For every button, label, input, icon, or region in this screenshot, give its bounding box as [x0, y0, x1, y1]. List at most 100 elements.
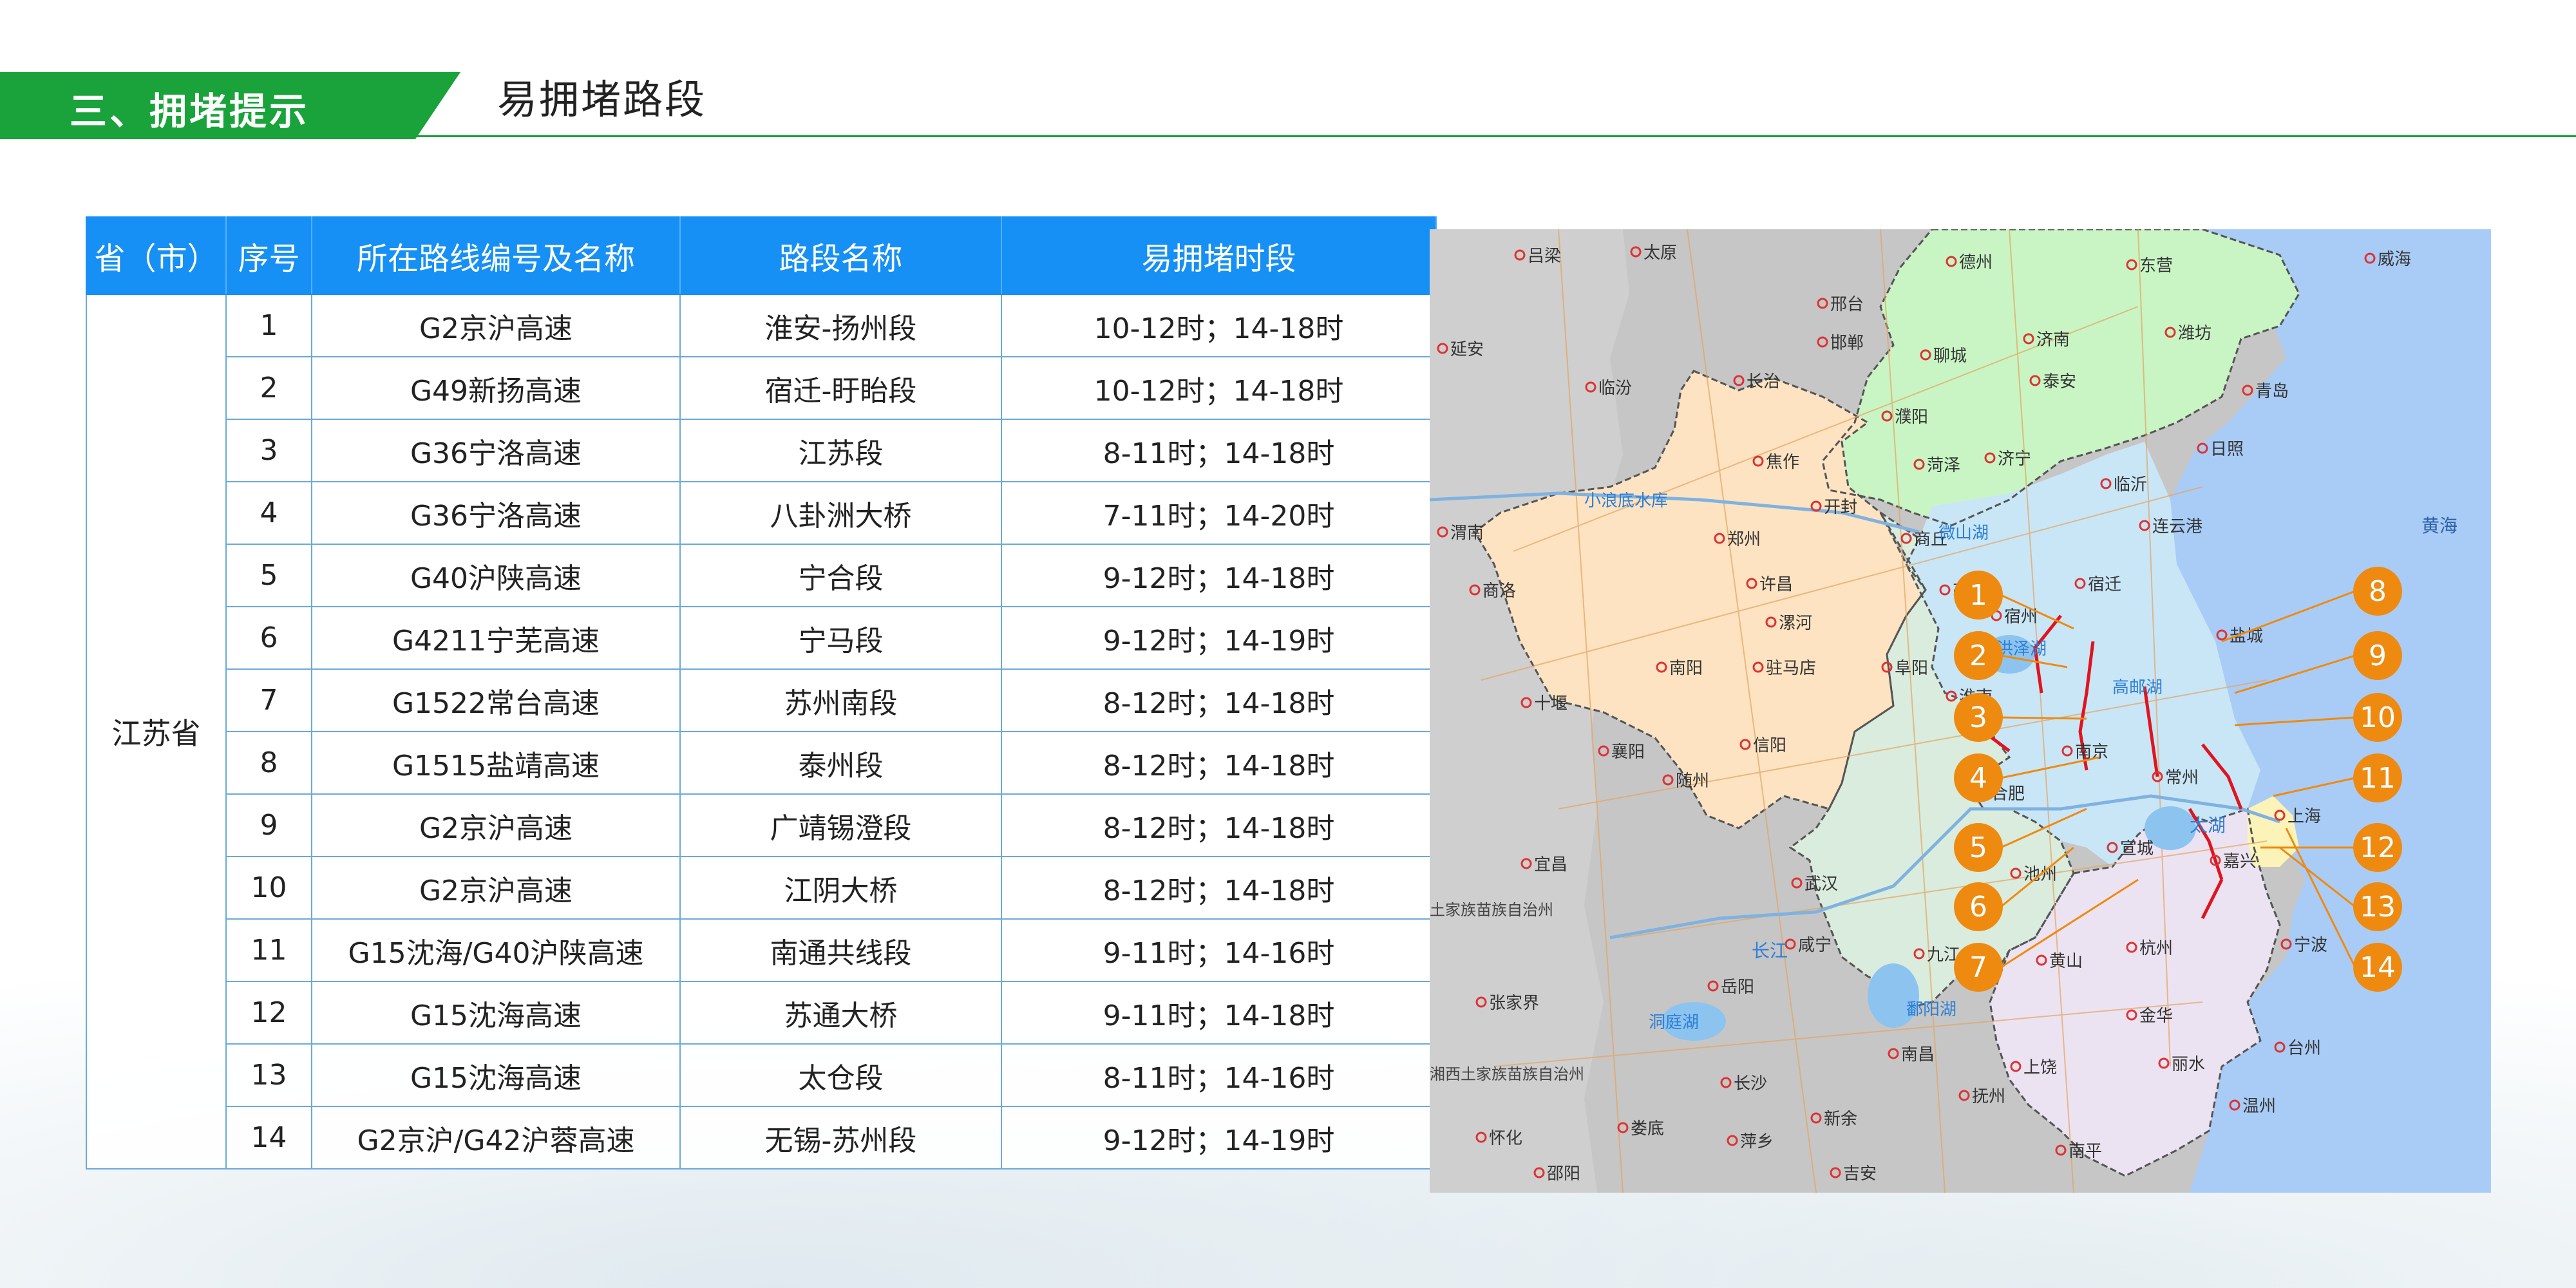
number-cell: 8 [225, 731, 312, 795]
segment-cell: 淮安-扬州段 [679, 294, 1002, 357]
water-changjiang: 长江 [1752, 940, 1788, 961]
segment-cell: 太仓段 [679, 1043, 1002, 1107]
water-dongting: 洞庭湖 [1649, 1013, 1699, 1032]
city-dongying: 东营 [2139, 256, 2173, 276]
table-row: 14 G2京沪/G42沪蓉高速 无锡-苏州段 9-12时；14-19时 [86, 1106, 1437, 1170]
city-lvliang: 吕梁 [1528, 247, 1561, 266]
time-cell: 10-12时；14-18时 [1001, 294, 1437, 357]
city-changzhi: 长治 [1747, 372, 1780, 392]
time-cell: 9-12时；14-19时 [1001, 1106, 1437, 1170]
city-xingtai: 邢台 [1830, 295, 1864, 314]
marker-leader-line [2000, 716, 2087, 720]
city-changzhou: 常州 [2165, 768, 2199, 788]
city-jian: 吉安 [1843, 1164, 1877, 1184]
number-cell: 14 [225, 1106, 312, 1170]
table-row: 3 G36宁洛高速 江苏段 8-11时；14-18时 [86, 419, 1437, 482]
region-enshi: 土家族苗族自治州 [1430, 901, 1553, 919]
city-dezhou: 德州 [1959, 253, 1993, 272]
number-cell: 2 [225, 356, 312, 420]
number-cell: 6 [225, 606, 312, 670]
city-jiaozuo: 焦作 [1766, 453, 1799, 472]
city-wuhan: 武汉 [1804, 875, 1838, 894]
city-suizhou: 随州 [1676, 772, 1709, 791]
segment-cell: 八卦洲大桥 [679, 481, 1002, 545]
number-cell: 12 [225, 981, 312, 1045]
congestion-table: 省（市） 序号 所在路线编号及名称 路段名称 易拥堵时段 江苏省 1 G2京沪高速淮… [86, 216, 1437, 1170]
number-cell: 7 [225, 668, 312, 732]
segment-cell: 南通共线段 [679, 918, 1002, 982]
city-linfen: 临汾 [1598, 379, 1632, 398]
city-changsha: 长沙 [1734, 1074, 1767, 1094]
water-poyang: 鄱阳湖 [1906, 1000, 1956, 1019]
table-row: 4 G36宁洛高速 八卦洲大桥 7-11时；14-20时 [86, 481, 1437, 545]
table-row: 12 G15沈海高速 苏通大桥 9-11时；14-18时 [86, 981, 1437, 1045]
route-cell: G36宁洛高速 [311, 481, 681, 545]
table-row: 2 G49新扬高速 宿迁-盱眙段 10-12时；14-18时 [86, 356, 1437, 420]
province-cell: 江苏省 [86, 294, 227, 1170]
city-qingdao: 青岛 [2255, 382, 2289, 401]
route-marker-label: 10 [2360, 701, 2396, 734]
city-kaifeng: 开封 [1824, 498, 1857, 517]
city-taiyuan: 太原 [1643, 243, 1677, 263]
section-title: 三、拥堵提示 [70, 90, 310, 133]
time-cell: 9-12时；14-19时 [1001, 606, 1437, 670]
water-gaoyou: 高邮湖 [2112, 678, 2163, 697]
city-wenzhou: 温州 [2242, 1097, 2276, 1116]
time-cell: 8-11时；14-16时 [1001, 1043, 1437, 1107]
time-cell: 8-12时；14-18时 [1001, 731, 1437, 795]
column-header-province: 省（市） [86, 216, 227, 295]
route-cell: G2京沪高速 [311, 294, 681, 357]
city-weifang: 潍坊 [2178, 324, 2211, 343]
number-cell: 1 [225, 294, 312, 357]
city-ningbo: 宁波 [2294, 936, 2327, 955]
route-cell: G40沪陕高速 [311, 544, 681, 607]
segment-cell: 无锡-苏州段 [679, 1106, 1002, 1170]
route-cell: G1522常台高速 [311, 668, 681, 732]
page-title: 易拥堵路段 [497, 76, 707, 123]
city-yichang: 宜昌 [1534, 855, 1567, 875]
time-cell: 9-12时；14-18时 [1001, 544, 1437, 607]
city-xuchang: 许昌 [1759, 575, 1793, 594]
time-cell: 8-12时；14-18时 [1001, 793, 1437, 857]
table-header-row: 省（市） 序号 所在路线编号及名称 路段名称 易拥堵时段 [86, 216, 1437, 295]
time-cell: 9-11时；14-18时 [1001, 981, 1437, 1045]
table-row: 7 G1522常台高速 苏州南段 8-12时；14-18时 [86, 668, 1437, 732]
city-shiyan: 十堰 [1534, 694, 1567, 714]
city-shaoyang: 邵阳 [1547, 1164, 1580, 1184]
city-nanchang: 南昌 [1901, 1045, 1935, 1065]
city-lianyungang: 连云港 [2152, 517, 2202, 536]
route-marker-label: 1 [1969, 579, 1987, 612]
segment-cell: 江苏段 [679, 419, 1002, 482]
segment-cell: 广靖锡澄段 [679, 793, 1002, 857]
column-header-segment: 路段名称 [679, 216, 1002, 295]
city-xuancheng: 宣城 [2120, 839, 2154, 858]
route-cell: G36宁洛高速 [311, 419, 681, 482]
route-cell: G2京沪高速 [311, 856, 681, 920]
route-marker-label: 6 [1969, 891, 1987, 923]
city-jinan: 济南 [2036, 330, 2070, 350]
city-taizhou_zj: 台州 [2287, 1039, 2321, 1058]
column-header-time: 易拥堵时段 [1001, 216, 1437, 295]
segment-cell: 宁马段 [679, 606, 1002, 670]
segment-cell: 宁合段 [679, 544, 1002, 607]
table-row: 5 G40沪陕高速 宁合段 9-12时；14-18时 [86, 544, 1437, 607]
city-xianning: 咸宁 [1798, 936, 1832, 955]
city-fuzhou_jx: 抚州 [1972, 1087, 2005, 1106]
route-marker-label: 9 [2369, 639, 2387, 672]
route-marker-label: 7 [1969, 951, 1987, 984]
city-xinyu: 新余 [1824, 1110, 1857, 1129]
city-xiangyang: 襄阳 [1611, 743, 1645, 762]
time-cell: 8-11时；14-18时 [1001, 419, 1437, 482]
route-marker-label: 13 [2360, 891, 2396, 923]
city-zhangjiajie: 张家界 [1489, 994, 1539, 1013]
city-xinyang: 信阳 [1753, 736, 1786, 755]
time-cell: 8-12时；14-18时 [1001, 668, 1437, 732]
city-rizhao: 日照 [2210, 440, 2244, 459]
water-huanghai: 黄海 [2421, 515, 2458, 536]
number-cell: 9 [225, 793, 312, 857]
time-cell: 7-11时；14-20时 [1001, 481, 1437, 545]
water-taihu: 太湖 [2190, 815, 2226, 836]
route-cell: G15沈海/G40沪陕高速 [311, 918, 681, 982]
city-huaihua: 怀化 [1489, 1129, 1522, 1148]
city-liaocheng: 聊城 [1933, 346, 1967, 366]
